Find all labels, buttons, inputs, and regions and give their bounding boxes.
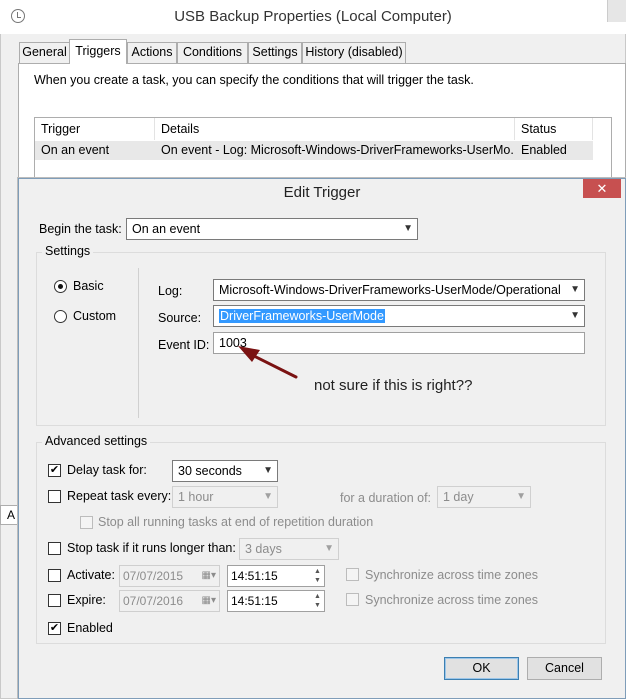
basic-radio-label: Basic bbox=[73, 279, 104, 293]
expire-sync-label: Synchronize across time zones bbox=[365, 593, 538, 607]
tab-general[interactable]: General bbox=[19, 42, 70, 63]
repeat-select[interactable]: 1 hour ▼ bbox=[172, 486, 278, 508]
cancel-button[interactable]: Cancel bbox=[527, 657, 602, 680]
stop-longer-label: Stop task if it runs longer than: bbox=[67, 541, 236, 555]
chevron-down-icon: ▼ bbox=[263, 491, 273, 502]
stop-longer-checkbox[interactable] bbox=[48, 542, 61, 555]
spin-up-icon[interactable]: ▲ bbox=[312, 592, 323, 601]
advanced-settings-title: Advanced settings bbox=[42, 434, 151, 448]
chevron-down-icon: ▼ bbox=[263, 465, 273, 476]
expire-time-value: 14:51:15 bbox=[231, 594, 278, 608]
background-partial-field: A bbox=[0, 505, 18, 525]
duration-label: for a duration of: bbox=[340, 491, 432, 505]
stop-repetition-label: Stop all running tasks at end of repetit… bbox=[98, 515, 374, 529]
source-label: Source: bbox=[158, 311, 202, 325]
repeat-label: Repeat task every: bbox=[67, 489, 172, 503]
begin-task-label: Begin the task: bbox=[39, 222, 122, 236]
enabled-checkbox[interactable]: ✔ bbox=[48, 622, 61, 635]
log-value: Microsoft-Windows-DriverFrameworks-UserM… bbox=[219, 283, 561, 297]
expire-date-value: 07/07/2016 bbox=[123, 594, 184, 608]
chevron-down-icon: ▼ bbox=[516, 491, 526, 502]
event-id-label: Event ID: bbox=[158, 338, 210, 352]
custom-radio-label: Custom bbox=[73, 309, 117, 323]
custom-radio[interactable] bbox=[54, 310, 67, 323]
chevron-down-icon: ▼ bbox=[324, 543, 334, 554]
dialog-title: Edit Trigger bbox=[283, 184, 361, 201]
annotation-text: not sure if this is right?? bbox=[314, 377, 473, 394]
tab-conditions[interactable]: Conditions bbox=[177, 42, 248, 63]
table-cell-details: On event - Log: Microsoft-Windows-Driver… bbox=[161, 143, 515, 157]
settings-group-title: Settings bbox=[42, 244, 94, 258]
check-icon: ✔ bbox=[49, 622, 60, 634]
expire-date-field[interactable]: 07/07/2016 ▦▾ bbox=[119, 590, 220, 612]
source-value: DriverFrameworks-UserMode bbox=[219, 309, 385, 323]
window-control-stub[interactable] bbox=[607, 0, 626, 22]
duration-select[interactable]: 1 day ▼ bbox=[437, 486, 531, 508]
spin-down-icon[interactable]: ▼ bbox=[312, 601, 323, 610]
repeat-checkbox[interactable] bbox=[48, 490, 61, 503]
tab-actions[interactable]: Actions bbox=[127, 42, 177, 63]
activate-date-value: 07/07/2015 bbox=[123, 569, 184, 583]
table-cell-trigger: On an event bbox=[41, 143, 110, 157]
expire-time-field[interactable]: 14:51:15 ▲ ▼ bbox=[227, 590, 325, 612]
stop-repetition-checkbox[interactable] bbox=[80, 516, 93, 529]
stop-longer-select[interactable]: 3 days ▼ bbox=[239, 538, 339, 560]
close-icon: ✕ bbox=[596, 181, 608, 196]
spin-up-icon[interactable]: ▲ bbox=[312, 567, 323, 576]
source-select[interactable]: DriverFrameworks-UserMode ▼ bbox=[213, 305, 585, 327]
tab-settings[interactable]: Settings bbox=[248, 42, 302, 63]
activate-checkbox[interactable] bbox=[48, 569, 61, 582]
triggers-description: When you create a task, you can specify … bbox=[34, 73, 474, 87]
column-header-trigger[interactable]: Trigger bbox=[35, 118, 155, 140]
delay-value: 30 seconds bbox=[178, 464, 242, 478]
duration-value: 1 day bbox=[443, 490, 474, 504]
activate-label: Activate: bbox=[67, 568, 115, 582]
expire-label: Expire: bbox=[67, 593, 106, 607]
chevron-down-icon: ▼ bbox=[570, 310, 580, 321]
enabled-label: Enabled bbox=[67, 621, 113, 635]
tab-history[interactable]: History (disabled) bbox=[302, 42, 406, 63]
activate-time-value: 14:51:15 bbox=[231, 569, 278, 583]
calendar-icon: ▦▾ bbox=[201, 595, 216, 606]
expire-checkbox[interactable] bbox=[48, 594, 61, 607]
begin-task-select[interactable]: On an event ▼ bbox=[126, 218, 418, 240]
chevron-down-icon: ▼ bbox=[403, 223, 413, 234]
log-label: Log: bbox=[158, 284, 183, 298]
properties-window-title: USB Backup Properties (Local Computer) bbox=[174, 8, 452, 25]
activate-date-field[interactable]: 07/07/2015 ▦▾ bbox=[119, 565, 220, 587]
column-header-details[interactable]: Details bbox=[155, 118, 515, 140]
settings-divider bbox=[138, 268, 139, 418]
delay-select[interactable]: 30 seconds ▼ bbox=[172, 460, 278, 482]
basic-radio[interactable] bbox=[54, 280, 67, 293]
close-button[interactable]: ✕ bbox=[583, 179, 621, 198]
tab-triggers[interactable]: Triggers bbox=[69, 39, 127, 64]
repeat-value: 1 hour bbox=[178, 490, 214, 504]
ok-button[interactable]: OK bbox=[444, 657, 519, 680]
check-icon: ✔ bbox=[49, 464, 60, 476]
activate-sync-checkbox[interactable] bbox=[346, 568, 359, 581]
expire-sync-checkbox[interactable] bbox=[346, 593, 359, 606]
log-select[interactable]: Microsoft-Windows-DriverFrameworks-UserM… bbox=[213, 279, 585, 301]
delay-label: Delay task for: bbox=[67, 463, 147, 477]
activate-sync-label: Synchronize across time zones bbox=[365, 568, 538, 582]
calendar-icon: ▦▾ bbox=[201, 570, 216, 581]
table-cell-status: Enabled bbox=[521, 143, 567, 157]
annotation-arrow bbox=[238, 346, 298, 379]
begin-task-value: On an event bbox=[132, 222, 201, 236]
stop-longer-value: 3 days bbox=[245, 542, 282, 556]
spin-down-icon[interactable]: ▼ bbox=[312, 576, 323, 585]
column-header-status[interactable]: Status bbox=[515, 118, 593, 140]
chevron-down-icon: ▼ bbox=[570, 284, 580, 295]
delay-checkbox[interactable]: ✔ bbox=[48, 464, 61, 477]
activate-time-field[interactable]: 14:51:15 ▲ ▼ bbox=[227, 565, 325, 587]
